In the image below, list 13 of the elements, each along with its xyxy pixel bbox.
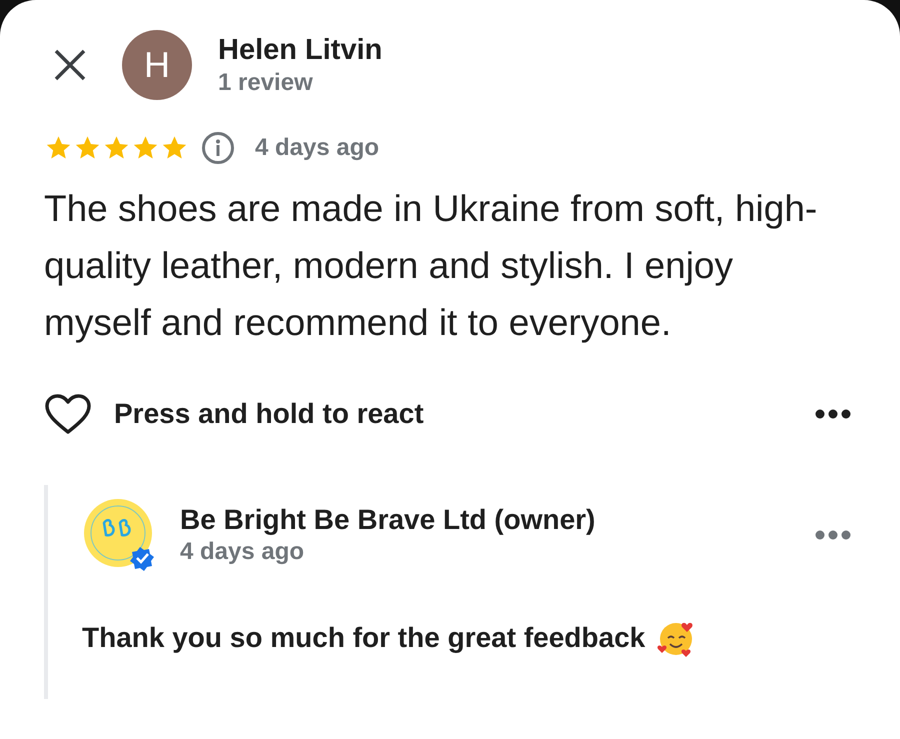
author-name[interactable]: Helen Litvin <box>218 32 382 68</box>
reply-date: 4 days ago <box>180 537 306 567</box>
review-text: The shoes are made in Ukraine from soft, high-quality leather, modern and stylish. I enjoy myself and recommend it to everyone. <box>44 187 818 345</box>
close-icon[interactable] <box>52 47 88 83</box>
review-date: 4 days ago <box>255 133 380 163</box>
user-avatar: H <box>122 30 192 100</box>
author-review-count: 1 review <box>218 68 314 98</box>
info-icon[interactable] <box>201 131 235 165</box>
owner-name: Be Bright Be Brave Ltd (owner) <box>180 503 596 537</box>
reply-text: Thank you so much for the great feedback <box>82 621 646 655</box>
heart-icon[interactable] <box>44 393 92 435</box>
react-hint[interactable]: Press and hold to react <box>114 393 424 435</box>
more-options-icon[interactable] <box>814 408 852 420</box>
